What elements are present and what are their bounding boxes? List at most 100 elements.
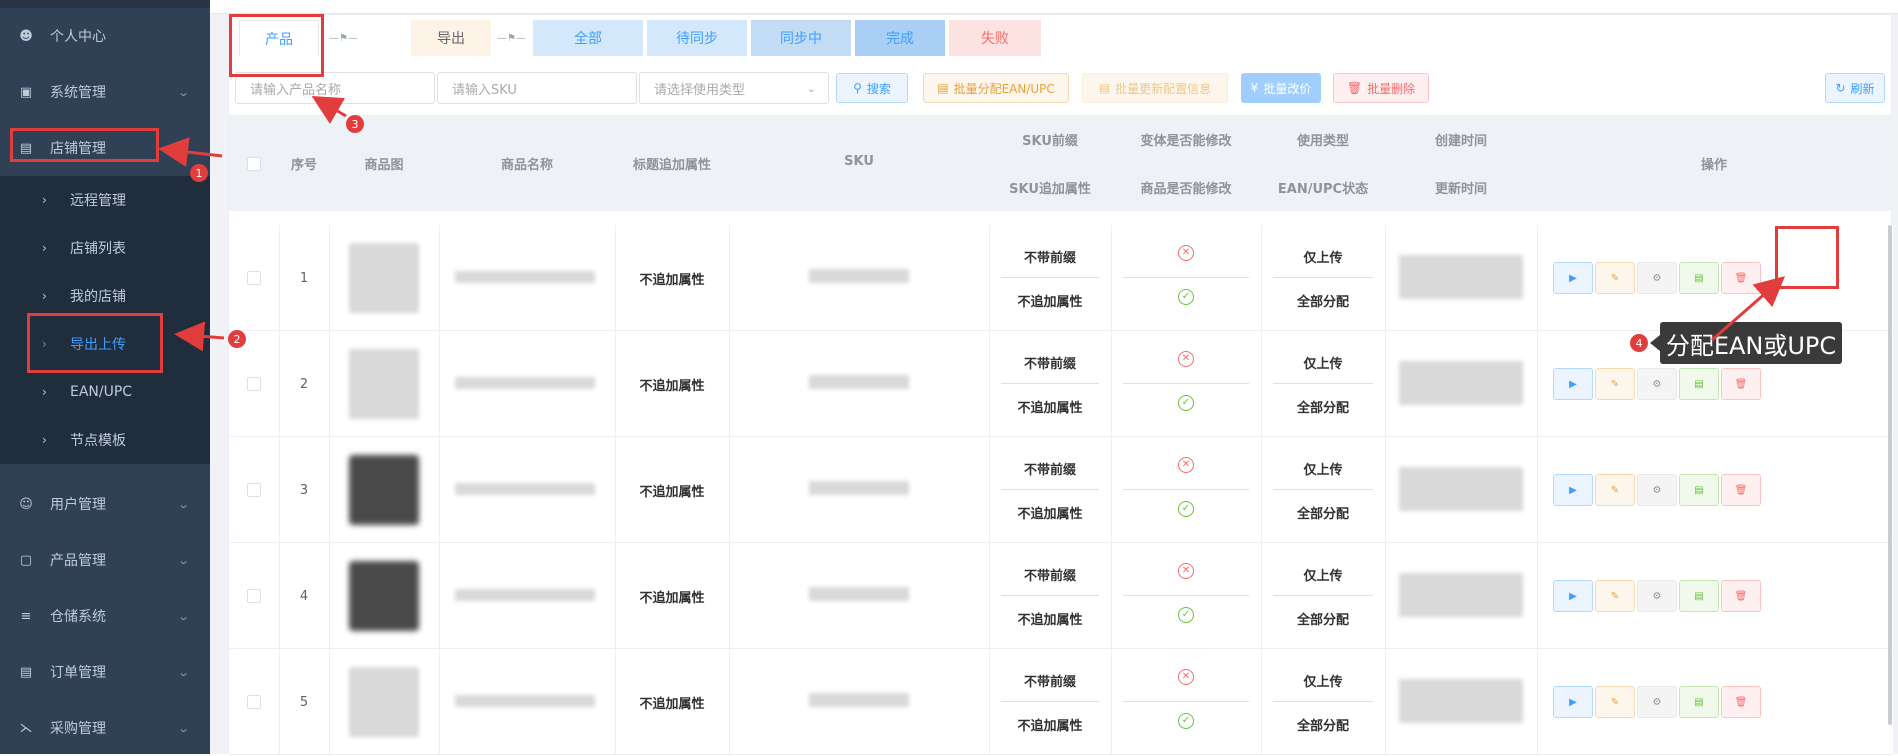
header-product-editable: 商品是否能修改 [1140,182,1232,197]
sidebar-item-system[interactable]: ▣ 系统管理 ⌄ [0,64,210,120]
select-all-checkbox[interactable] [247,157,261,171]
row-checkbox[interactable] [247,377,261,391]
header-sku-prefix: SKU前缀 [1022,134,1078,149]
product-name-redacted [455,589,595,601]
product-image[interactable] [349,561,419,631]
header-created: 创建时间 [1434,134,1487,149]
play-button[interactable]: ▶ [1553,686,1593,718]
cell-separator [1273,701,1373,702]
tab-failed[interactable]: 失败 [949,20,1041,56]
scrollbar[interactable] [1888,225,1892,725]
play-icon: ▶ [1569,484,1577,496]
edit-button[interactable]: ✎ [1595,474,1635,506]
settings-button[interactable]: ⚙ [1637,262,1677,294]
trash-icon: 🗑 [1734,378,1748,390]
sidebar-item-products[interactable]: ▢ 产品管理 ⌄ [0,532,210,588]
product-image[interactable] [349,455,419,525]
tab-waiting[interactable]: 待同步 [647,20,747,56]
row-checkbox[interactable] [247,695,261,709]
chevron-down-icon: ⌄ [176,721,190,735]
batch-update-config-button[interactable]: ▤ 批量更新配置信息 [1082,73,1228,103]
settings-button[interactable]: ⚙ [1637,368,1677,400]
use-type: 仅上传 [1303,569,1343,584]
column-divider [1537,543,1538,649]
sidebar-subitem-ean-upc[interactable]: › EAN/UPC [0,368,210,416]
flag-icon: —⚑— [329,32,358,44]
play-button[interactable]: ▶ [1553,580,1593,612]
sku-redacted [809,587,909,601]
use-type-select[interactable]: 请选择使用类型 ⌄ [639,72,829,104]
row-checkbox[interactable] [247,589,261,603]
play-icon: ▶ [1569,696,1577,708]
column-divider [1111,543,1112,649]
delete-button[interactable]: 🗑 [1721,580,1761,612]
delete-button[interactable]: 🗑 [1721,368,1761,400]
delete-button[interactable]: 🗑 [1721,474,1761,506]
column-divider [729,649,730,755]
batch-price-button[interactable]: ¥ 批量改价 [1241,73,1321,103]
barcode-icon: ▤ [937,81,949,95]
sidebar-item-warehouse[interactable]: ≡ 仓储系统 ⌄ [0,588,210,644]
users-icon: ☺ [19,496,33,512]
edit-button[interactable]: ✎ [1595,686,1635,718]
tab-all[interactable]: 全部 [533,20,643,56]
sidebar-subitem-store-list[interactable]: › 店铺列表 [0,224,210,272]
cart-icon: ⋋ [19,720,33,736]
settings-button[interactable]: ⚙ [1637,580,1677,612]
sku-redacted [809,481,909,495]
play-button[interactable]: ▶ [1553,262,1593,294]
column-divider [989,225,990,331]
chevron-right-icon: › [42,385,47,399]
assign-ean-button[interactable]: ▤ [1679,474,1719,506]
sidebar-item-purchase[interactable]: ⋋ 采购管理 ⌄ [0,700,210,756]
settings-button[interactable]: ⚙ [1637,474,1677,506]
search-button[interactable]: ⚲ 搜索 [836,73,908,103]
cell-separator [1123,595,1249,596]
delete-button[interactable]: 🗑 [1721,686,1761,718]
batch-assign-ean-button[interactable]: ▤ 批量分配EAN/UPC [923,73,1069,103]
barcode-icon: ▤ [1694,590,1704,602]
refresh-button[interactable]: ↻ 刷新 [1825,73,1885,103]
column-divider [1385,437,1386,543]
tab-done[interactable]: 完成 [855,20,945,56]
settings-button[interactable]: ⚙ [1637,686,1677,718]
edit-button[interactable]: ✎ [1595,368,1635,400]
sidebar-item-users[interactable]: ☺ 用户管理 ⌄ [0,476,210,532]
row-checkbox[interactable] [247,483,261,497]
play-button[interactable]: ▶ [1553,474,1593,506]
sidebar-subitem-node-template[interactable]: › 节点模板 [0,416,210,464]
header-updated: 更新时间 [1434,182,1487,197]
sku-suffix: 不追加属性 [1017,613,1083,628]
header-sku-suffix: SKU追加属性 [1009,182,1091,197]
product-image[interactable] [349,349,419,419]
batch-delete-button[interactable]: 🗑 批量删除 [1333,73,1429,103]
header-sku: SKU [844,154,874,169]
edit-icon: ✎ [1610,484,1620,496]
assign-ean-button[interactable]: ▤ [1679,368,1719,400]
sku-input[interactable]: 请输入SKU [437,72,637,104]
tab-syncing[interactable]: 同步中 [751,20,851,56]
sidebar-item-orders[interactable]: ▤ 订单管理 ⌄ [0,644,210,700]
refresh-label: 刷新 [1850,81,1875,96]
column-divider [1111,437,1112,543]
edit-button[interactable]: ✎ [1595,262,1635,294]
assign-ean-button[interactable]: ▤ [1679,262,1719,294]
assign-ean-button[interactable]: ▤ [1679,686,1719,718]
sidebar-item-personal[interactable]: ☻ 个人中心 [0,8,210,64]
cell-separator [1001,277,1099,278]
bag-icon: ▢ [19,552,33,568]
ean-status: 全部分配 [1296,613,1349,628]
column-divider [1385,331,1386,437]
annotation-box-product-tab [229,14,324,77]
play-button[interactable]: ▶ [1553,368,1593,400]
product-image[interactable] [349,243,419,313]
column-divider [989,543,990,649]
product-image[interactable] [349,667,419,737]
delete-button[interactable]: 🗑 [1721,262,1761,294]
column-divider [329,543,330,649]
assign-ean-button[interactable]: ▤ [1679,580,1719,612]
row-checkbox[interactable] [247,271,261,285]
sidebar-subitem-remote[interactable]: › 远程管理 [0,176,210,224]
tab-export[interactable]: 导出 [411,20,491,56]
edit-button[interactable]: ✎ [1595,580,1635,612]
